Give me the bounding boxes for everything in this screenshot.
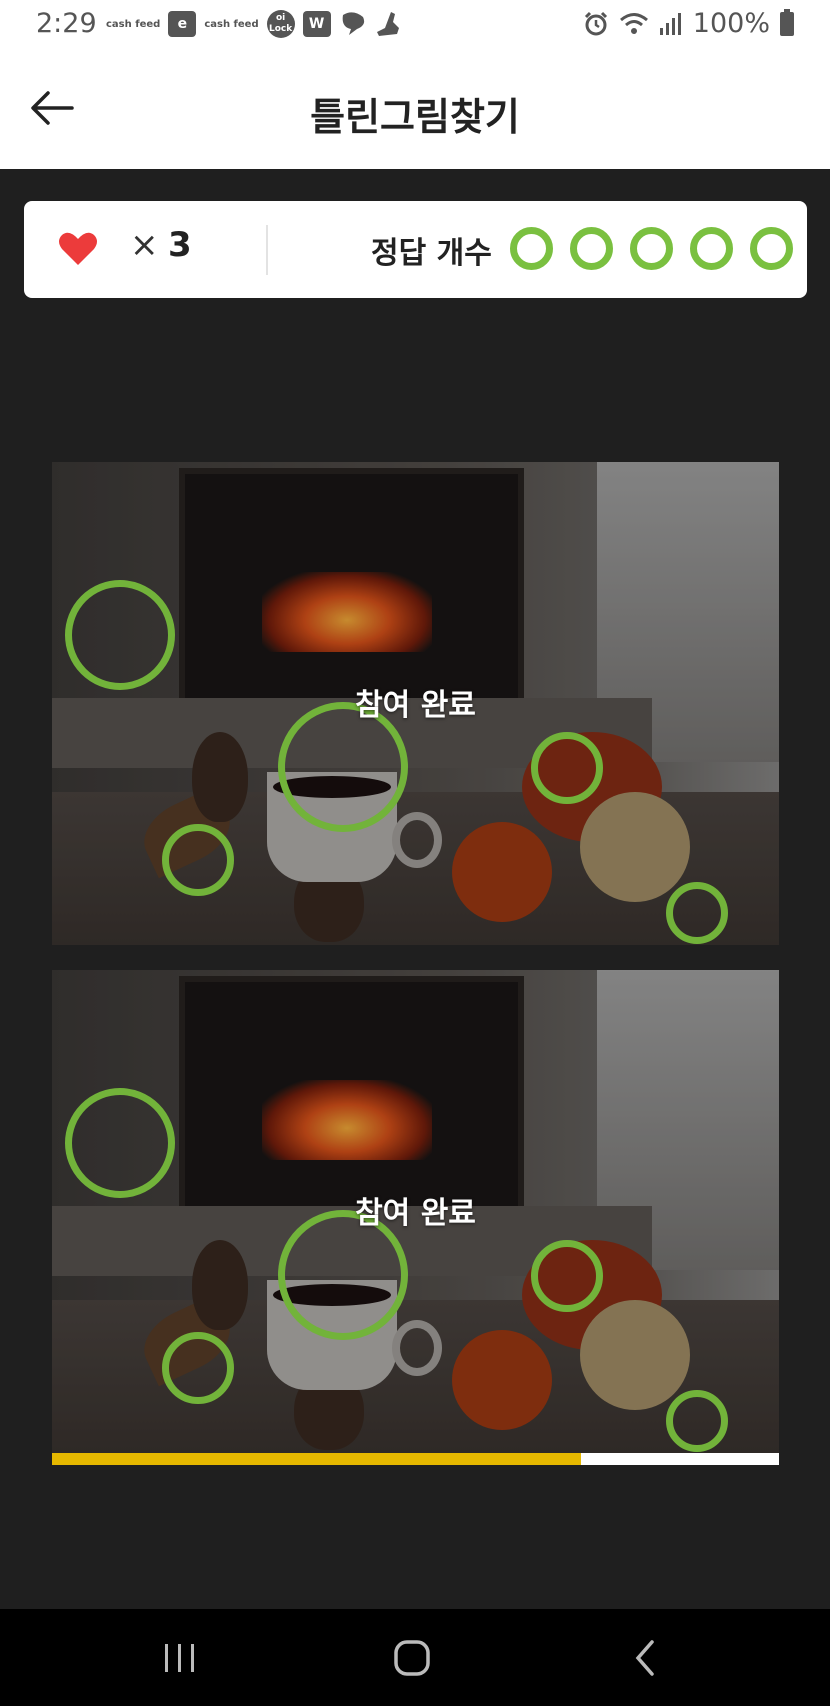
found-difference-ring [65, 1088, 175, 1198]
found-difference-ring [162, 824, 234, 896]
answer-dot-icon [690, 227, 733, 270]
wifi-icon [619, 12, 648, 34]
participation-complete-label: 참여 완료 [355, 1196, 476, 1231]
found-difference-ring [65, 580, 175, 690]
signal-icon [659, 12, 681, 35]
recent-apps-button[interactable] [120, 1609, 240, 1706]
participation-complete-label: 참여 완료 [355, 688, 476, 723]
status-time: 2:29 [36, 8, 97, 39]
answer-dots [510, 227, 793, 270]
status-bar: 2:29 cash feed e cash feed oi Lock W 100… [0, 0, 830, 50]
answer-dot-icon [570, 227, 613, 270]
progress-fill [52, 1453, 582, 1465]
found-difference-ring [162, 1332, 234, 1404]
card-divider [266, 225, 268, 275]
system-nav-bar [0, 1609, 830, 1706]
answer-dot-icon [510, 227, 553, 270]
heart-icon [59, 232, 97, 265]
answer-dot-icon [630, 227, 673, 270]
status-right: 100% [583, 8, 794, 39]
time-progress-bar [52, 1453, 779, 1465]
chat-bubble-icon [342, 12, 364, 35]
found-difference-ring [666, 882, 728, 944]
cashfeed-notification-icon: cash feed [106, 18, 161, 30]
system-back-button[interactable] [585, 1609, 705, 1706]
home-button[interactable] [352, 1609, 472, 1706]
answer-dot-icon [750, 227, 793, 270]
page-title: 틀린그림찾기 [310, 95, 520, 139]
shoe-icon [376, 12, 399, 36]
w-app-notification-icon: W [302, 11, 331, 37]
found-difference-ring [666, 1390, 728, 1452]
home-icon [394, 1639, 430, 1676]
modified-image[interactable]: 참여 완료 [52, 970, 779, 1453]
original-image[interactable]: 참여 완료 [52, 462, 779, 945]
score-card: × 3 정답 개수 [24, 201, 807, 298]
oilock-notification-icon: oi Lock [266, 10, 295, 38]
alarm-icon [584, 11, 607, 35]
cashfeed-notification-icon-2: cash feed [204, 18, 259, 30]
battery-icon [780, 8, 794, 36]
found-difference-ring [531, 1240, 603, 1312]
found-difference-ring [531, 732, 603, 804]
times-symbol: × [130, 225, 159, 265]
app-header: 틀린그림찾기 [0, 50, 830, 169]
answers-label: 정답 개수 [371, 236, 492, 271]
battery-percent: 100% [692, 8, 770, 39]
recent-apps-icon [165, 1643, 194, 1672]
e-app-notification-icon: e [168, 11, 197, 37]
back-icon [635, 1639, 654, 1676]
notification-icons: cash feed e cash feed oi Lock W [106, 10, 401, 38]
lives-count: 3 [168, 225, 192, 265]
